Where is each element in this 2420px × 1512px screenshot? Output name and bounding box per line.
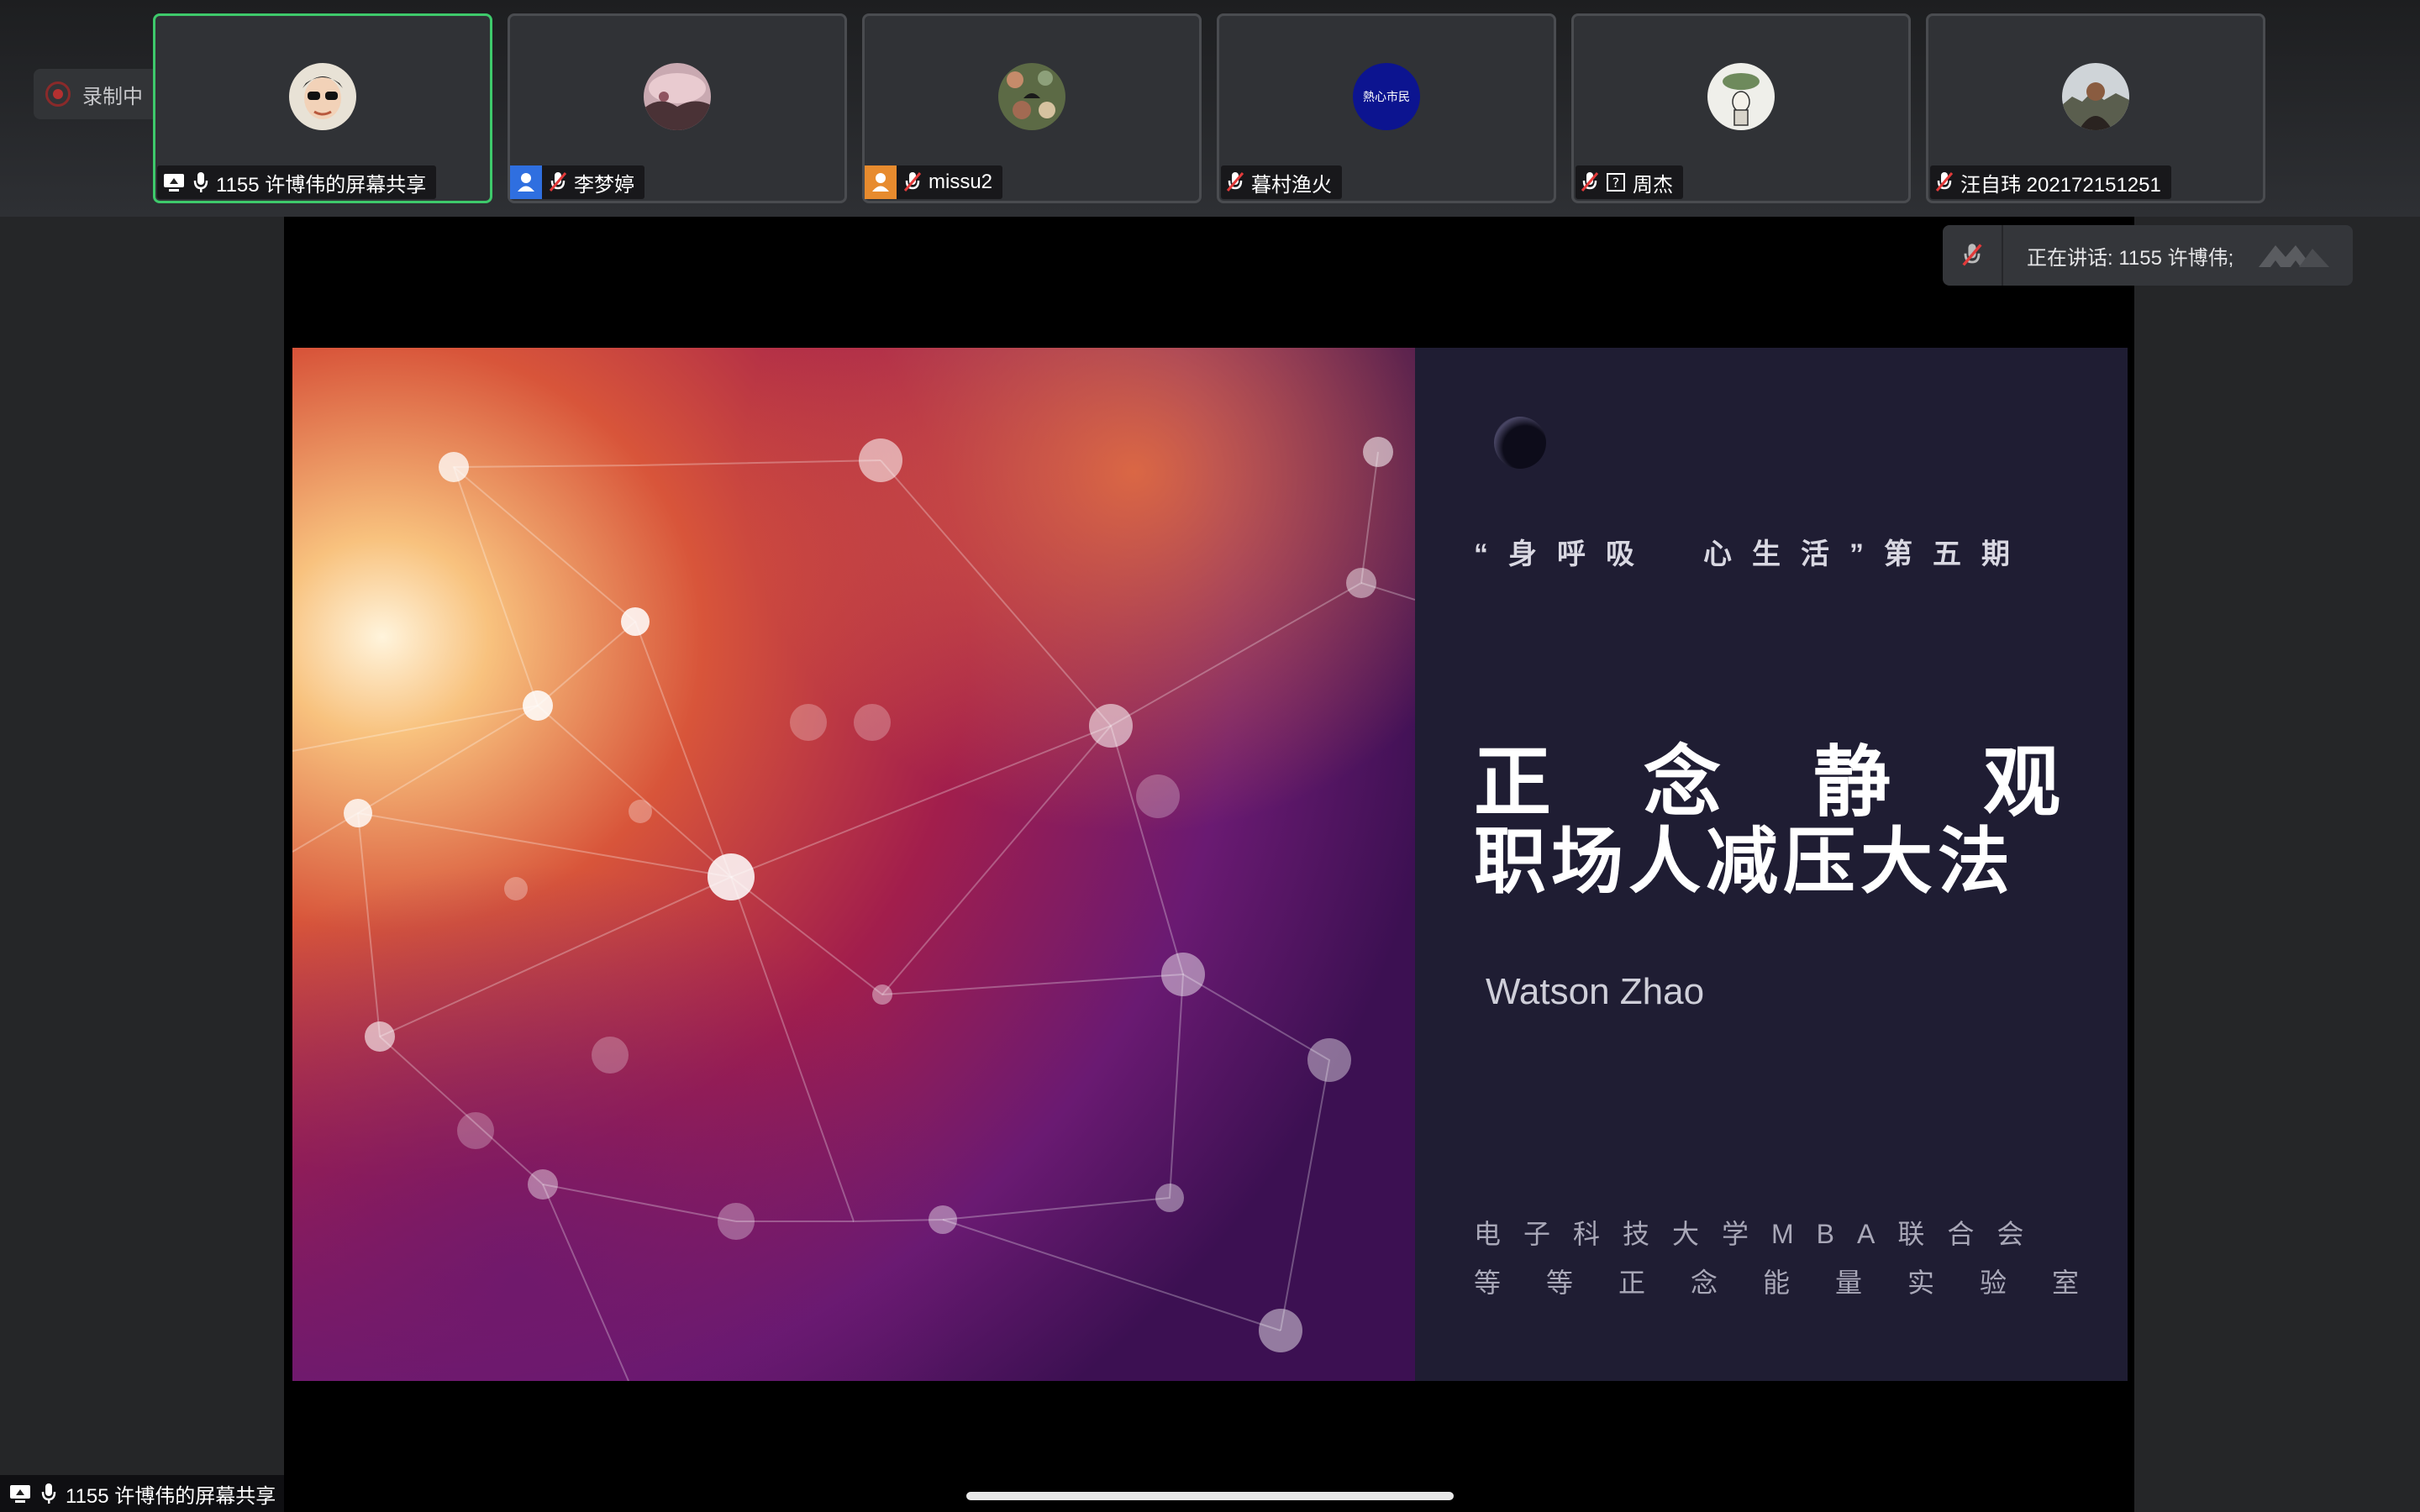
participant-tile-4[interactable]: 熱心市民 暮村渔火 — [1217, 13, 1556, 203]
slide-author: Watson Zhao — [1486, 971, 1705, 1012]
microphone-muted-icon — [903, 171, 922, 194]
participant-name-tag: 汪自玮 202172151251 — [1930, 165, 2171, 199]
slide-title-line-2: 职场人减压大法 — [1474, 819, 2015, 904]
participant-tile-5[interactable]: ? 周杰 — [1571, 13, 1911, 203]
participant-name-tag: ? 周杰 — [1576, 165, 1683, 199]
share-status-text: 1155 许博伟的屏幕共享 — [66, 1484, 276, 1508]
screen-share-icon — [162, 172, 186, 192]
microphone-muted-icon — [1226, 171, 1244, 194]
network-background-image — [292, 348, 1415, 1381]
participant-name: missu2 — [929, 171, 993, 193]
avatar — [998, 63, 1065, 130]
avatar: 熱心市民 — [1353, 63, 1420, 130]
recording-label: 录制中 — [82, 85, 143, 108]
active-speaker-banner: 正在讲话: 1155 许博伟; — [1943, 225, 2353, 286]
microphone-icon — [192, 171, 209, 194]
participant-name: 暮村渔火 — [1251, 173, 1332, 197]
presentation-slide: “身呼吸 心生活”第五期 正念静观 职场人减压大法 Watson Zhao 电子… — [292, 348, 2128, 1381]
participant-tile-3[interactable]: missu2 — [862, 13, 1202, 203]
slide-organization-line-2: 等等正念能量实验室 — [1474, 1268, 2125, 1298]
participant-tile-6[interactable]: 汪自玮 202172151251 — [1926, 13, 2265, 203]
slide-series-label: “身呼吸 心生活”第五期 — [1474, 538, 2030, 570]
slide-organization: 电子科技大学MBA联合会 等等正念能量实验室 — [1474, 1210, 2124, 1307]
avatar — [1707, 63, 1775, 130]
user-icon — [510, 165, 542, 199]
slide-title-line-1: 正念静观 — [1474, 738, 2128, 827]
participant-tile-1[interactable]: 1155 许博伟的屏幕共享 — [153, 13, 492, 203]
microphone-muted-icon — [549, 171, 567, 194]
avatar-text: 熱心市民 — [1363, 90, 1410, 103]
participant-name-tag: 1155 许博伟的屏幕共享 — [157, 165, 437, 199]
avatar — [644, 63, 711, 130]
microphone-muted-icon — [1943, 225, 2003, 286]
home-indicator[interactable] — [966, 1492, 1454, 1500]
microphone-muted-icon — [1581, 171, 1599, 194]
record-icon — [45, 81, 71, 107]
participant-name: 1155 许博伟的屏幕共享 — [216, 173, 427, 197]
svg-text:?: ? — [1612, 175, 1620, 191]
participant-name-tag: missu2 — [865, 165, 1003, 199]
screen-share-icon — [8, 1483, 32, 1504]
participant-tile-2[interactable]: 李梦婷 — [508, 13, 847, 203]
participant-name-tag: 暮村渔火 — [1221, 165, 1342, 199]
participant-name: 周杰 — [1633, 173, 1673, 197]
active-speaker-label: 正在讲话: 1155 许博伟; — [2027, 246, 2234, 270]
unknown-device-icon: ? — [1606, 172, 1626, 192]
participant-name: 李梦婷 — [574, 173, 634, 197]
app-logo-icon — [2257, 237, 2333, 274]
participant-name-tag: 李梦婷 — [510, 165, 644, 199]
slide-text-panel: “身呼吸 心生活”第五期 正念静观 职场人减压大法 Watson Zhao 电子… — [1415, 348, 2128, 1381]
slide-title: 正念静观 职场人减压大法 — [1474, 738, 2128, 904]
avatar — [2062, 63, 2129, 130]
slide-organization-line-1: 电子科技大学MBA联合会 — [1474, 1219, 2047, 1249]
microphone-icon — [40, 1482, 57, 1505]
user-icon — [865, 165, 897, 199]
microphone-muted-icon — [1935, 171, 1954, 194]
avatar — [289, 63, 356, 130]
participant-name: 汪自玮 202172151251 — [1960, 173, 2161, 197]
moon-decoration-icon — [1494, 417, 1546, 469]
share-status-label[interactable]: 1155 许博伟的屏幕共享 — [0, 1475, 285, 1512]
